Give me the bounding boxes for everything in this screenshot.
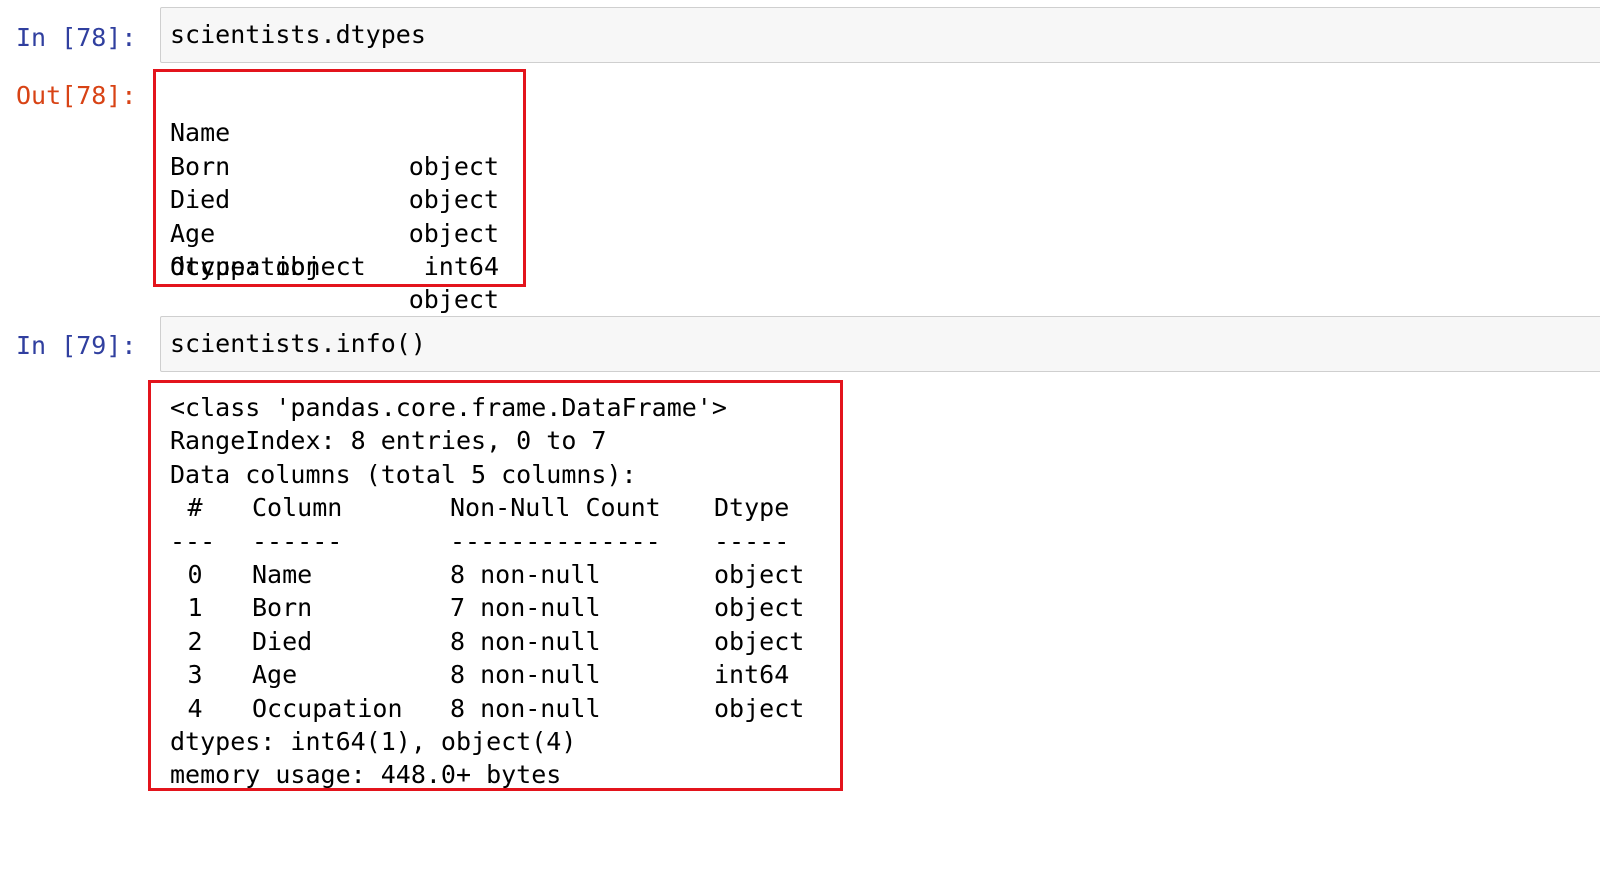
range-index-line: RangeIndex: 8 entries, 0 to 7 (170, 426, 607, 456)
dtype-row: Died object (170, 185, 499, 248)
data-columns-line: Data columns (total 5 columns): (170, 459, 637, 489)
dtype-row: Age int64 (170, 218, 499, 281)
dtype-row: Born object (170, 151, 499, 215)
info-row: 1 Born 7 non-null object (187, 593, 805, 623)
info-row: 0 Name 8 non-null object (187, 559, 805, 589)
dtypes-output-highlight: Name object Born object Died object Age … (153, 69, 526, 315)
dtypes-summary-line: dtypes: int64(1), object(4) (170, 726, 577, 756)
info-header-row: # Column Non-Null Count Dtype (187, 493, 790, 523)
info-row: 3 Age 8 non-null int64 (187, 660, 790, 690)
info-separator-row: --- ------ -------------- ----- (170, 526, 790, 556)
code-text: scientists.dtypes (170, 20, 426, 49)
out-prompt-78: Out[78]: (16, 81, 137, 110)
code-cell-79[interactable]: scientists.info() (160, 316, 1600, 372)
info-row: 2 Died 8 non-null object (187, 626, 805, 656)
info-row: 4 Occupation 8 non-null object (187, 693, 805, 723)
code-cell-78[interactable]: scientists.dtypes (160, 7, 1600, 63)
dtype-row: Occupation object (170, 251, 499, 315)
memory-usage-line: memory usage: 448.0+ bytes (170, 760, 562, 790)
class-line: <class 'pandas.core.frame.DataFrame'> (170, 393, 727, 422)
dtype-row: Name object (170, 118, 499, 181)
in-prompt-78: In [78]: (16, 23, 137, 52)
code-text: scientists.info() (170, 329, 426, 358)
in-prompt-79: In [79]: (16, 331, 137, 360)
info-output-highlight: <class 'pandas.core.frame.DataFrame'> Ra… (148, 380, 843, 791)
